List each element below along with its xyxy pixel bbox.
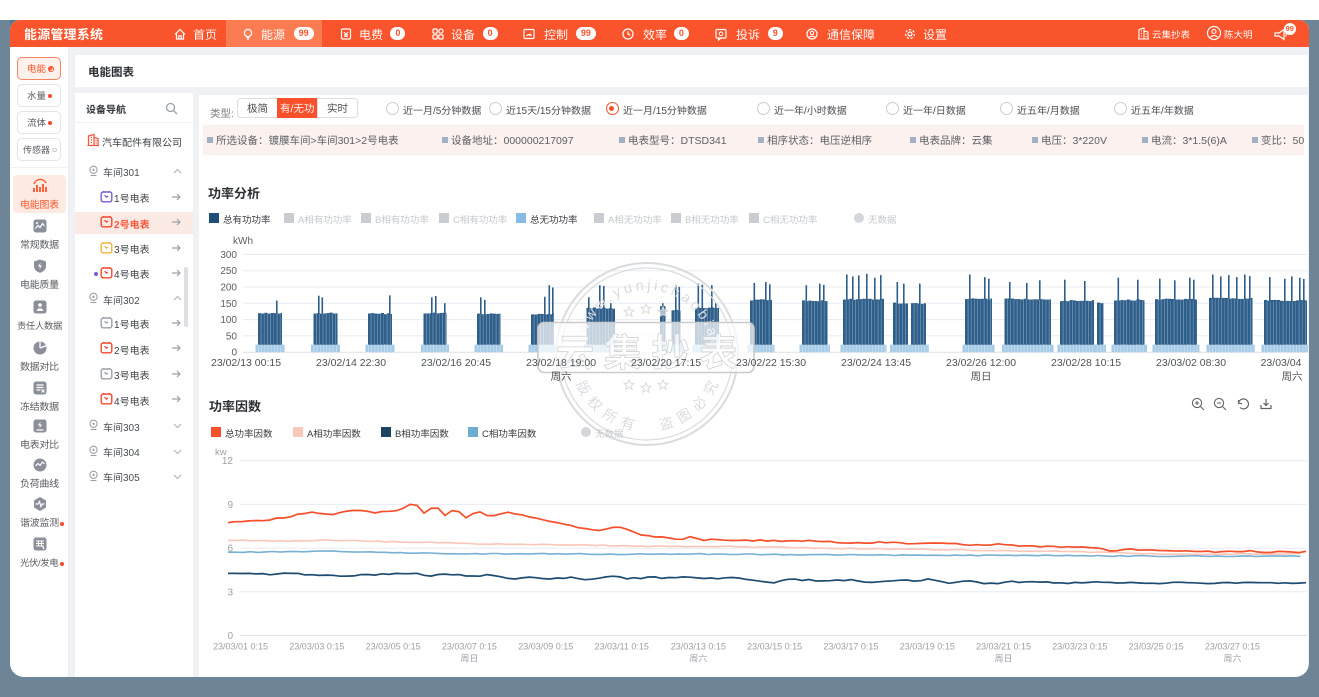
svg-text:A: A <box>608 215 615 226</box>
svg-text:23/03/19 0:15: 23/03/19 0:15 <box>900 642 955 652</box>
svg-text:/15: /15 <box>537 106 551 117</box>
svg-text:/: / <box>290 103 293 115</box>
svg-text:C: C <box>763 215 770 226</box>
svg-text:23/03/13 0:15: 23/03/13 0:15 <box>671 642 726 652</box>
svg-text:23/03/02 08:30: 23/03/02 08:30 <box>1156 357 1226 369</box>
svg-text:>: > <box>311 135 317 147</box>
svg-text:B: B <box>395 429 401 440</box>
svg-text:3: 3 <box>227 587 233 598</box>
svg-text:C: C <box>453 215 460 226</box>
svg-text:2: 2 <box>114 346 120 357</box>
svg-text:/: / <box>1161 106 1164 117</box>
svg-text:0: 0 <box>227 631 233 642</box>
svg-text:4: 4 <box>114 270 120 281</box>
svg-text:9: 9 <box>227 500 233 511</box>
svg-text:/5: /5 <box>433 106 442 117</box>
svg-text:B: B <box>375 215 381 226</box>
svg-text:23/03/27 0:15: 23/03/27 0:15 <box>1205 642 1260 652</box>
svg-text::: : <box>231 108 234 120</box>
svg-text:23/03/03 0:15: 23/03/03 0:15 <box>289 642 344 652</box>
svg-text:/: / <box>804 106 807 117</box>
svg-text:23/03/23 0:15: 23/03/23 0:15 <box>1052 642 1107 652</box>
svg-text:23/03/05 0:15: 23/03/05 0:15 <box>366 642 421 652</box>
svg-text:A: A <box>307 429 314 440</box>
svg-text:1: 1 <box>114 194 120 205</box>
svg-text:23/03/17 0:15: 23/03/17 0:15 <box>823 642 878 652</box>
svg-text:23/03/01 0:15: 23/03/01 0:15 <box>213 642 268 652</box>
svg-text:23/02/26 12:00: 23/02/26 12:00 <box>946 357 1016 369</box>
svg-text:23/02/14 22:30: 23/02/14 22:30 <box>316 357 386 369</box>
svg-text:2: 2 <box>114 220 120 231</box>
svg-text:3*1.5(6)A: 3*1.5(6)A <box>1183 135 1227 147</box>
svg-text:301>2: 301>2 <box>338 135 368 147</box>
svg-text:301: 301 <box>123 168 140 179</box>
svg-text:23/03/11 0:15: 23/03/11 0:15 <box>595 642 649 652</box>
svg-text:15: 15 <box>516 106 528 117</box>
svg-text:23/03/04: 23/03/04 <box>1261 357 1302 369</box>
svg-text:A: A <box>298 215 305 226</box>
svg-text:/15: /15 <box>653 106 667 117</box>
svg-text:3: 3 <box>114 371 120 382</box>
svg-text:/: / <box>38 558 41 568</box>
svg-text:/: / <box>933 106 936 117</box>
svg-text:23/02/28 10:15: 23/02/28 10:15 <box>1051 357 1121 369</box>
svg-text:23/02/24 13:45: 23/02/24 13:45 <box>841 357 911 369</box>
svg-text:4: 4 <box>114 397 120 408</box>
svg-text:305: 305 <box>123 473 140 484</box>
svg-text:B: B <box>685 215 691 226</box>
svg-text:23/02/16 20:45: 23/02/16 20:45 <box>421 357 491 369</box>
svg-text:23/02/18 19:00: 23/02/18 19:00 <box>526 357 596 369</box>
svg-text:23/03/21 0:15: 23/03/21 0:15 <box>976 642 1031 652</box>
svg-text:50: 50 <box>1293 135 1305 147</box>
svg-text:23/02/20 17:15: 23/02/20 17:15 <box>631 357 701 369</box>
svg-text:1: 1 <box>114 320 120 331</box>
svg-text:23/03/07 0:15: 23/03/07 0:15 <box>442 642 497 652</box>
svg-text:302: 302 <box>123 296 140 307</box>
svg-text:12: 12 <box>222 456 234 467</box>
svg-text:/: / <box>1047 106 1050 117</box>
svg-text:304: 304 <box>123 448 140 459</box>
svg-text:23/02/13 00:15: 23/02/13 00:15 <box>211 357 281 369</box>
svg-text:23/03/25 0:15: 23/03/25 0:15 <box>1129 642 1184 652</box>
svg-text:000000217097: 000000217097 <box>504 135 574 147</box>
svg-text:C: C <box>482 429 489 440</box>
svg-text:23/03/15 0:15: 23/03/15 0:15 <box>747 642 802 652</box>
svg-text:3*220V: 3*220V <box>1073 135 1107 147</box>
svg-text:23/02/22 15:30: 23/02/22 15:30 <box>736 357 806 369</box>
svg-text:DTSD341: DTSD341 <box>681 135 727 147</box>
svg-text:23/03/09 0:15: 23/03/09 0:15 <box>518 642 573 652</box>
svg-text:3: 3 <box>114 245 120 256</box>
svg-text:303: 303 <box>123 423 140 434</box>
